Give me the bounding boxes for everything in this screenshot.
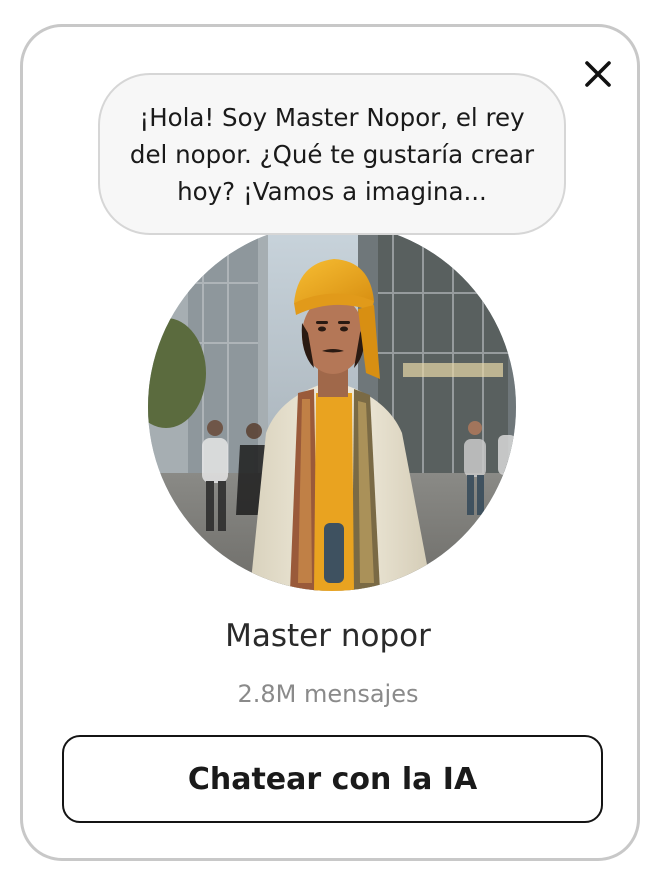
close-icon (585, 61, 611, 87)
speech-bubble: ¡Hola! Soy Master Nopor, el rey del nopo… (98, 73, 566, 235)
speech-bubble-text: ¡Hola! Soy Master Nopor, el rey del nopo… (129, 102, 535, 206)
close-button[interactable] (578, 54, 618, 94)
avatar (148, 223, 516, 591)
avatar-photo (148, 223, 516, 591)
chat-with-ai-button[interactable]: Chatear con la IA (62, 735, 603, 823)
character-name: Master nopor (225, 618, 431, 654)
message-count: 2.8M mensajes (237, 680, 419, 708)
